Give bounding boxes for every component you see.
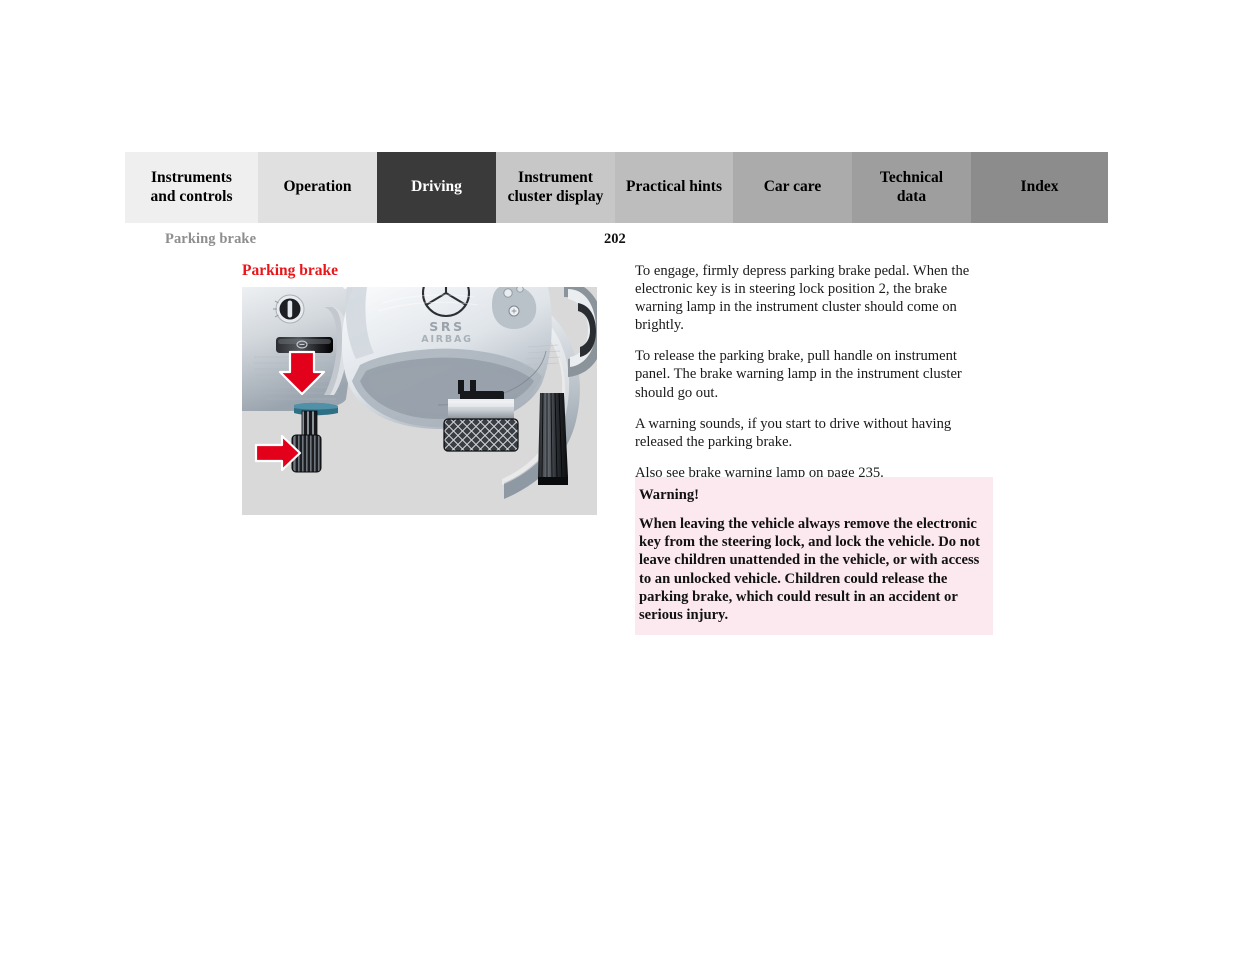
accelerator-pedal xyxy=(538,392,568,485)
srs-airbag-label: SRS xyxy=(429,319,464,334)
section-tab-bar: Instruments and controls Operation Driving… xyxy=(125,152,1108,223)
tab-technical-data[interactable]: Technical data xyxy=(852,152,971,223)
tab-driving[interactable]: Driving xyxy=(377,152,496,223)
paragraph: To engage, firmly depress parking brake … xyxy=(635,263,970,334)
svg-text:AIRBAG: AIRBAG xyxy=(421,334,472,345)
tab-operation[interactable]: Operation xyxy=(258,152,377,223)
warning-box: Warning! When leaving the vehicle always… xyxy=(635,477,993,636)
tab-label: Instrument cluster display xyxy=(507,168,604,205)
brake-pedal xyxy=(443,391,519,452)
tab-label: Index xyxy=(1020,178,1059,196)
warning-title: Warning! xyxy=(639,487,700,503)
tab-index[interactable]: Index xyxy=(971,152,1108,223)
steering-wheel-controls xyxy=(492,287,537,329)
footwell-diagram: SRS AIRBAG xyxy=(242,287,597,515)
parking-brake-illustration: SRS AIRBAG xyxy=(242,287,597,515)
tab-label: Car care xyxy=(763,178,822,196)
tab-label: Technical data xyxy=(879,168,944,205)
warning-body: When leaving the vehicle always remove t… xyxy=(639,516,981,624)
tab-label: Instruments and controls xyxy=(150,168,233,205)
tab-label: Operation xyxy=(283,178,352,196)
parking-brake-release-handle xyxy=(276,337,333,353)
paragraph: To release the parking brake, pull handl… xyxy=(635,348,962,401)
tab-instrument-cluster-display[interactable]: Instrument cluster display xyxy=(496,152,615,223)
tab-car-care[interactable]: Car care xyxy=(733,152,852,223)
tab-label: Practical hints xyxy=(626,178,722,196)
tab-instruments-and-controls[interactable]: Instruments and controls xyxy=(125,152,258,223)
paragraph: A warning sounds, if you start to drive … xyxy=(635,415,952,450)
tab-practical-hints[interactable]: Practical hints xyxy=(615,152,733,223)
body-text-column: To engage, firmly depress parking brake … xyxy=(635,262,993,482)
page-title: Parking brake xyxy=(242,262,339,279)
page-number: 202 xyxy=(604,231,626,247)
tab-label: Driving xyxy=(411,178,462,196)
running-head: Parking brake xyxy=(165,231,257,247)
